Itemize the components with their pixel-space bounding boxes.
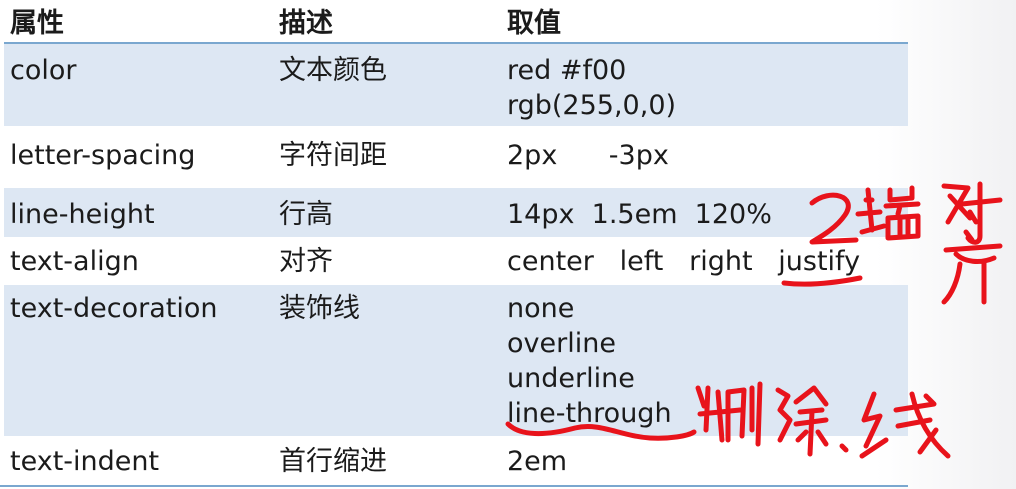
note-justify-char-duan xyxy=(855,185,921,241)
note-line-through-dot xyxy=(839,443,849,453)
note-line-through-char-shan xyxy=(695,381,763,447)
line-through-underline xyxy=(505,421,697,441)
note-justify-char-dui xyxy=(941,181,1003,245)
note-justify-digit xyxy=(809,192,859,245)
note-line-through-char-chu xyxy=(775,385,829,457)
note-line-through-char-xian xyxy=(859,391,951,459)
justify-underline xyxy=(781,275,863,287)
handwritten-annotations xyxy=(505,181,1003,459)
